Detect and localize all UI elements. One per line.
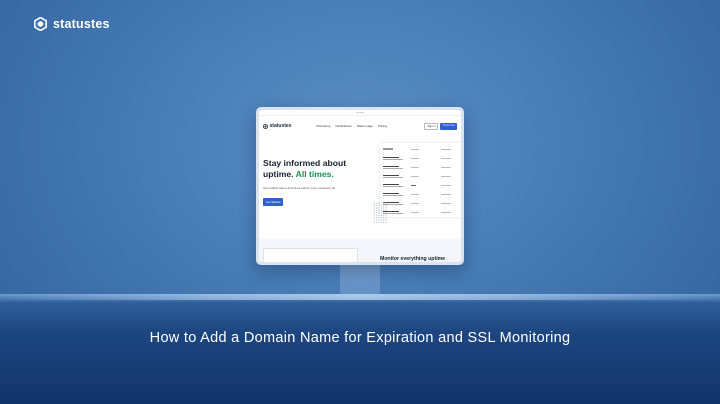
website-screen: ● ● ● statustes Monitoring Notifications… bbox=[259, 110, 461, 262]
list-item bbox=[383, 172, 461, 180]
site-logo-text: statustes bbox=[269, 123, 292, 129]
monitor-list-panel bbox=[380, 143, 461, 217]
try-free-button[interactable]: Try for free bbox=[440, 122, 457, 130]
hero-title: Stay informed about uptime. All times. bbox=[263, 158, 373, 180]
list-item bbox=[383, 163, 461, 171]
get-started-button[interactable]: Get Started bbox=[263, 198, 284, 206]
list-item bbox=[383, 181, 461, 189]
nav-link-monitoring[interactable]: Monitoring bbox=[316, 124, 330, 128]
site-logo-icon bbox=[263, 123, 268, 129]
hexagon-logo-icon bbox=[34, 17, 47, 31]
hero: Stay informed about uptime. All times. G… bbox=[263, 158, 373, 208]
url-text: ● ● ● bbox=[356, 111, 364, 114]
monitor-stand bbox=[340, 265, 380, 297]
list-item bbox=[383, 208, 461, 216]
video-caption: How to Add a Domain Name for Expiration … bbox=[149, 330, 571, 346]
nav-buttons: Sign in Try for free bbox=[424, 122, 457, 130]
mini-dashboard-card: statustes bbox=[263, 248, 358, 262]
decorative-dots bbox=[373, 202, 387, 224]
hero-title-line1: Stay informed about bbox=[263, 158, 347, 168]
floor-shine bbox=[0, 294, 720, 300]
site-logo[interactable]: statustes bbox=[263, 123, 291, 129]
nav-link-pricing[interactable]: Pricing bbox=[378, 124, 387, 128]
hero-title-plain: uptime. bbox=[263, 169, 294, 179]
brand-name: statustes bbox=[53, 17, 110, 31]
sign-in-button[interactable]: Sign in bbox=[424, 122, 439, 130]
nav-link-notifications[interactable]: Notifications bbox=[335, 124, 351, 128]
list-item bbox=[383, 145, 461, 153]
monitor: ● ● ● statustes Monitoring Notifications… bbox=[256, 107, 464, 265]
list-item bbox=[383, 190, 461, 198]
section2-heading: Monitor everything uptime bbox=[380, 256, 446, 262]
hero-title-accent: All times. bbox=[295, 169, 334, 179]
list-item bbox=[383, 199, 461, 207]
brand-logo: statustes bbox=[34, 17, 110, 31]
site-nav: statustes Monitoring Notifications Statu… bbox=[259, 116, 461, 136]
nav-links: Monitoring Notifications Status page Pri… bbox=[316, 124, 387, 128]
list-item bbox=[383, 154, 461, 162]
nav-link-status-page[interactable]: Status page bbox=[357, 124, 373, 128]
floor bbox=[0, 294, 720, 404]
hero-subtitle: Get notified about downtime before your … bbox=[263, 186, 337, 190]
